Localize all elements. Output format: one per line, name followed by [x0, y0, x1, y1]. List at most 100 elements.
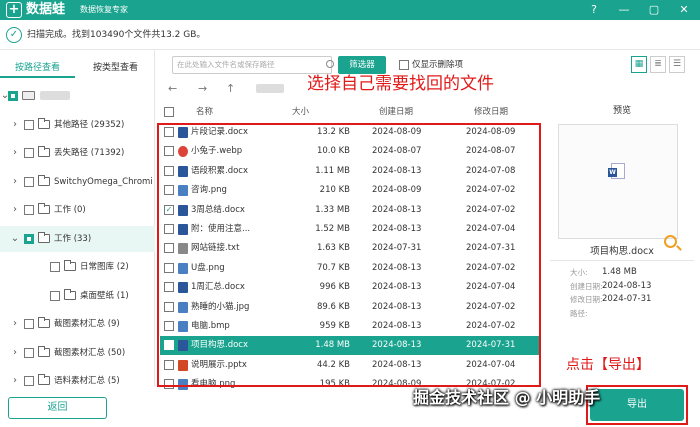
app-logo-icon: +: [6, 2, 22, 18]
divider: [550, 260, 694, 261]
up-arrow-icon[interactable]: ↑: [226, 82, 235, 96]
search-input[interactable]: 在此处输入文件名或保存路径: [172, 56, 334, 74]
path-breadcrumb: [256, 84, 284, 93]
tree-item[interactable]: › 语料素材汇总 (5): [0, 368, 155, 394]
tree-item-label: 桌面壁纸 (1): [80, 290, 129, 301]
tree-checkbox[interactable]: [24, 205, 34, 215]
minimize-icon[interactable]: —: [617, 3, 631, 17]
search-icon[interactable]: [326, 60, 334, 68]
folder-icon: [64, 260, 76, 271]
tree-item-label: 丢失路径 (71392): [54, 148, 125, 158]
preview-title: 预览: [612, 106, 631, 116]
tree-item[interactable]: › 截图素材汇总 (9): [0, 311, 155, 337]
meta-key: 大小:: [570, 268, 588, 277]
chevron-right-icon[interactable]: ›: [10, 147, 20, 159]
tree-item[interactable]: 桌面壁纸 (1): [0, 283, 155, 309]
highlight-box: [157, 123, 541, 387]
meta-key: 创建日期:: [570, 281, 603, 291]
word-icon: [608, 163, 625, 179]
show-deleted-label: 仅显示删除项: [412, 60, 464, 70]
tree-item[interactable]: › 工作 (0): [0, 197, 155, 223]
folder-icon: [38, 146, 50, 157]
preview-area: [558, 124, 678, 248]
chevron-right-icon[interactable]: ›: [10, 204, 20, 216]
preview-file-name: 项目构思.docx: [590, 246, 654, 257]
folder-icon: [38, 117, 50, 129]
folder-icon: [38, 345, 50, 357]
scan-status-text: 扫描完成。找到103490个文件共13.2 GB。: [27, 30, 206, 40]
preview-panel: 预览 项目构思.docx 大小: 1.48 MB 创建日期:2024-08-13 修改…: [550, 100, 700, 390]
close-icon[interactable]: ✕: [677, 3, 691, 17]
meta-key: 修改日期:: [570, 295, 603, 304]
file-table-header: 名称 大小 创建日期 修改日期: [160, 101, 542, 123]
tree-item-label: 工作 (33): [54, 233, 92, 244]
tree-checkbox[interactable]: [24, 347, 34, 358]
folder-icon: [38, 317, 50, 328]
scan-status-bar: ✓ 扫描完成。找到103490个文件共13.2 GB。: [0, 20, 700, 50]
tree-item-label: 日常图库 (2): [80, 262, 129, 272]
back-button[interactable]: 返回: [8, 397, 107, 419]
tree-item-label: 语料素材汇总 (5): [54, 376, 120, 386]
app-subtitle: 数据恢复专家: [80, 5, 128, 14]
column-size[interactable]: 大小: [292, 101, 309, 123]
maximize-icon[interactable]: ▢: [647, 3, 661, 17]
back-arrow-icon[interactable]: ←: [168, 82, 177, 96]
forward-arrow-icon[interactable]: →: [198, 82, 207, 96]
tree-item-label: 其他路径 (29352): [54, 119, 125, 130]
tree-item-label: 工作 (0): [54, 205, 86, 215]
tree-item[interactable]: ⌄: [0, 83, 155, 109]
tree-checkbox[interactable]: [50, 262, 60, 272]
meta-value: 2024-08-13: [602, 280, 652, 291]
sidebar: 按路径查看 按类型查看 ⌄ › 其他路径 (29352) › 丢失路径 (71392) ›…: [0, 50, 155, 386]
tree-checkbox[interactable]: [24, 176, 34, 187]
drive-label: [40, 91, 70, 100]
tree-checkbox[interactable]: [24, 233, 34, 244]
chevron-right-icon[interactable]: ›: [10, 375, 20, 387]
tree-checkbox[interactable]: [24, 319, 34, 329]
tree-item[interactable]: 日常图库 (2): [0, 254, 155, 280]
annotation-select-files: 选择自己需要找回的文件: [307, 74, 494, 94]
select-all-checkbox[interactable]: [164, 107, 174, 117]
column-name[interactable]: 名称: [196, 101, 213, 123]
chevron-right-icon[interactable]: ›: [10, 347, 20, 359]
tree-item[interactable]: › 截图素材汇总 (50): [0, 340, 155, 366]
detail-view-icon[interactable]: ☰: [669, 56, 685, 73]
folder-icon: [38, 374, 50, 385]
annotation-click-export: 点击【导出】: [566, 357, 650, 373]
export-highlight-box: [586, 385, 688, 425]
title-bar: + 数据蛙 数据恢复专家 ? — ▢ ✕: [0, 0, 700, 20]
help-icon[interactable]: ?: [587, 3, 601, 17]
meta-key: 路径:: [570, 308, 588, 318]
chevron-down-icon[interactable]: ⌄: [10, 233, 20, 245]
app-name: 数据蛙: [26, 2, 66, 17]
watermark: 掘金技术社区 @ 小明助手: [413, 388, 601, 407]
tree-checkbox[interactable]: [50, 290, 60, 301]
tree-item[interactable]: › 丢失路径 (71392): [0, 140, 155, 166]
tree-checkbox[interactable]: [24, 376, 34, 386]
list-view-icon[interactable]: ≣: [650, 56, 666, 73]
tree-item-label: 截图素材汇总 (9): [54, 319, 120, 329]
folder-icon: [38, 203, 50, 214]
filter-button[interactable]: 筛选器: [338, 56, 386, 74]
tab-by-type[interactable]: 按类型查看: [78, 58, 153, 78]
column-created[interactable]: 创建日期: [379, 101, 413, 123]
chevron-right-icon[interactable]: ›: [10, 119, 20, 131]
tab-by-path[interactable]: 按路径查看: [0, 58, 75, 78]
column-modified[interactable]: 修改日期: [474, 101, 508, 123]
folder-icon: [38, 174, 50, 186]
tree-item[interactable]: › SwitchyOmega_Chromium: [0, 169, 155, 195]
meta-value: 2024-07-31: [602, 294, 652, 304]
chevron-right-icon[interactable]: ›: [10, 176, 20, 188]
tree-checkbox[interactable]: [24, 119, 34, 130]
tree-checkbox[interactable]: [8, 91, 18, 101]
tree-item[interactable]: ⌄ 工作 (33): [0, 225, 155, 252]
tree-item[interactable]: › 其他路径 (29352): [0, 112, 155, 138]
drive-icon: [22, 91, 35, 100]
tree-checkbox[interactable]: [24, 148, 34, 158]
grid-view-icon[interactable]: ▦: [631, 56, 647, 73]
folder-icon: [64, 288, 76, 300]
search-placeholder: 在此处输入文件名或保存路径: [177, 60, 275, 69]
chevron-right-icon[interactable]: ›: [10, 318, 20, 330]
show-deleted-checkbox[interactable]: [399, 60, 409, 70]
folder-icon: [38, 231, 50, 243]
